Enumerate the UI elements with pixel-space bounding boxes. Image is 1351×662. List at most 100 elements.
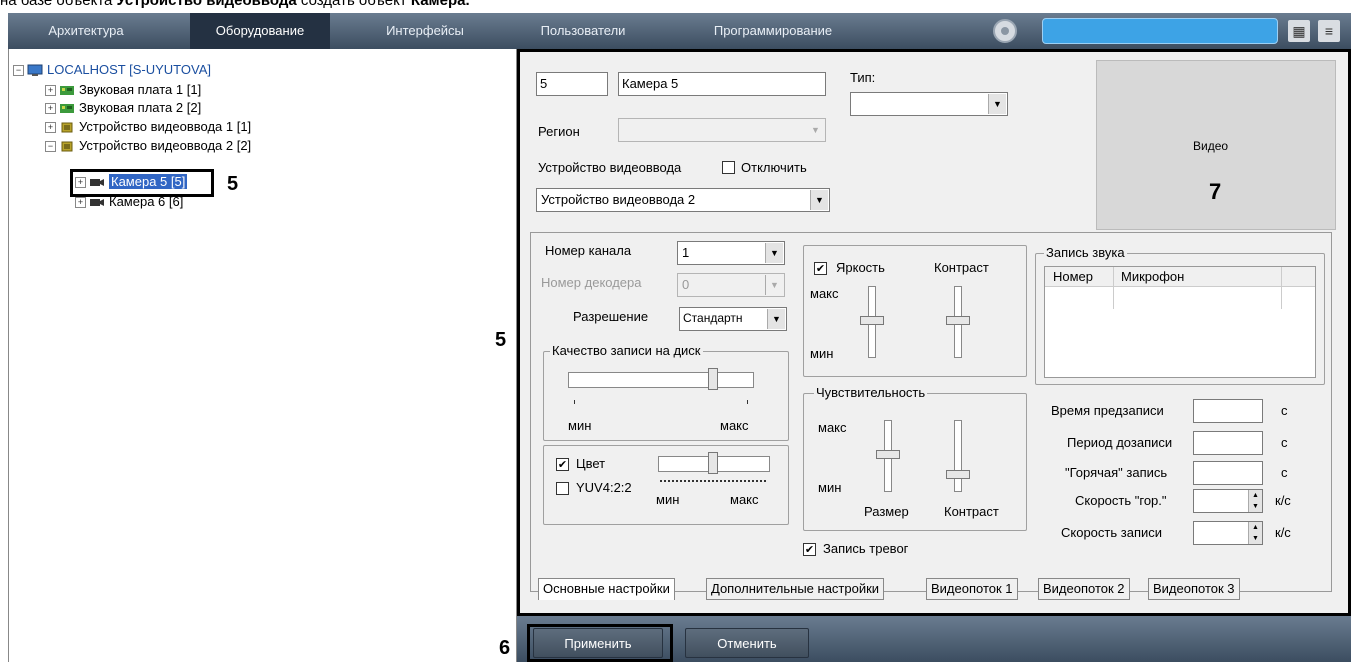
quality-slider-thumb[interactable] <box>708 368 718 390</box>
tree-node-label: Устройство видеоввода 1 [1] <box>79 119 252 134</box>
tree-node-label: LOCALHOST [S-UYUTOVA] <box>47 62 211 77</box>
tree-node-sound-2[interactable]: + Звуковая плата 2 [2] <box>45 99 201 117</box>
expand-icon[interactable]: + <box>45 103 56 115</box>
camera-name-field[interactable]: Камера 5 <box>618 72 826 96</box>
quality-ticks <box>574 400 748 404</box>
decoder-dropdown[interactable]: 0 ▼ <box>677 273 785 297</box>
marker-6: 6 <box>499 637 511 659</box>
expand-icon[interactable]: + <box>45 122 56 134</box>
collapse-icon[interactable]: − <box>45 141 56 153</box>
sensitivity-contrast-slider[interactable] <box>954 420 962 492</box>
hot-speed-field[interactable]: ▲ ▼ <box>1193 489 1263 513</box>
sensitivity-contrast-slider-thumb[interactable] <box>946 470 970 479</box>
sound-group: Запись звука Номер Микрофон <box>1035 245 1325 385</box>
video-input-dropdown[interactable]: Устройство видеоввода 2 ▼ <box>536 188 830 212</box>
brightness-slider-thumb[interactable] <box>860 316 884 325</box>
contrast-slider-thumb[interactable] <box>946 316 970 325</box>
chevron-down-icon: ▼ <box>765 243 783 263</box>
tree-node-camera-6[interactable]: + Камера 6 [6] <box>75 193 183 211</box>
video-label: Видео <box>1193 139 1229 153</box>
resolution-label: Разрешение <box>573 309 649 324</box>
compass-icon[interactable] <box>993 19 1017 43</box>
color-checkbox[interactable]: ✔ <box>556 458 569 471</box>
expand-icon[interactable]: + <box>45 85 56 97</box>
tree-node-video-input-2[interactable]: − Устройство видеоввода 2 [2] <box>45 137 251 155</box>
camera-id-field[interactable]: 5 <box>536 72 608 96</box>
hot-record-label: "Горячая" запись <box>1065 465 1168 480</box>
chip-icon <box>59 140 75 153</box>
grid-icon[interactable]: ▦ <box>1288 20 1310 42</box>
menu-icon[interactable]: ≡ <box>1318 20 1340 42</box>
instruction-mid: создать объект <box>296 0 411 9</box>
prerecord-field[interactable] <box>1193 399 1263 423</box>
expand-icon[interactable]: + <box>75 177 86 189</box>
quality-group: Качество записи на диск мин макс <box>543 343 789 441</box>
camera-icon <box>89 176 105 189</box>
marker-5-panel: 5 <box>495 329 507 351</box>
tree-node-video-input-1[interactable]: + Устройство видеоввода 1 [1] <box>45 118 251 136</box>
tab-video-stream-1[interactable]: Видеопоток 1 <box>926 578 1018 600</box>
decoder-value: 0 <box>682 277 690 292</box>
chevron-down-icon: ▼ <box>988 94 1006 114</box>
tab-programming[interactable]: Программирование <box>688 13 858 49</box>
resolution-value: Стандартн <box>683 311 743 325</box>
tree-node-camera-5[interactable]: + Камера 5 [5] <box>75 173 188 191</box>
video-input-label: Устройство видеоввода <box>538 160 682 175</box>
tab-architecture[interactable]: Архитектура <box>16 13 156 49</box>
brightness-min-label: мин <box>810 346 834 361</box>
hot-speed-label: Скорость "гор." <box>1075 493 1167 508</box>
brightness-checkbox[interactable]: ✔ <box>814 262 827 275</box>
disable-checkbox[interactable] <box>722 161 735 174</box>
color-group: ✔ Цвет YUV4:2:2 мин макс <box>543 445 789 525</box>
size-slider-thumb[interactable] <box>876 450 900 459</box>
chevron-down-icon: ▼ <box>765 275 783 295</box>
sound-card-icon <box>59 84 75 97</box>
spin-arrows-icon[interactable]: ▲ ▼ <box>1248 522 1262 544</box>
resolution-dropdown[interactable]: Стандартн ▼ <box>679 307 787 331</box>
color-slider-thumb[interactable] <box>708 452 718 474</box>
tree-node-localhost[interactable]: − LOCALHOST [S-UYUTOVA] <box>13 61 211 79</box>
yuv-checkbox[interactable] <box>556 482 569 495</box>
column-header-number[interactable]: Номер <box>1053 269 1093 284</box>
tab-advanced-settings[interactable]: Дополнительные настройки <box>706 578 885 600</box>
quality-slider[interactable] <box>568 372 754 388</box>
spin-arrows-icon[interactable]: ▲ ▼ <box>1248 490 1262 512</box>
channel-dropdown[interactable]: 1 ▼ <box>677 241 785 265</box>
sensitivity-contrast-label: Контраст <box>944 504 999 519</box>
video-input-value: Устройство видеоввода 2 <box>541 192 696 207</box>
color-label: Цвет <box>576 456 606 471</box>
region-dropdown[interactable]: ▼ <box>618 118 826 142</box>
tab-users[interactable]: Пользователи <box>518 13 648 49</box>
sensitivity-max-label: макс <box>818 420 847 435</box>
type-dropdown[interactable]: ▼ <box>850 92 1008 116</box>
postrecord-field[interactable] <box>1193 431 1263 455</box>
instruction-bold-1: Устройство видеоввода <box>116 0 297 9</box>
chevron-down-icon: ▼ <box>767 309 785 329</box>
apply-button[interactable]: Применить <box>533 628 663 658</box>
quality-min-label: мин <box>568 418 592 433</box>
tab-basic-settings[interactable]: Основные настройки <box>538 578 675 600</box>
expand-icon[interactable]: + <box>75 197 86 209</box>
tree-node-label: Камера 5 [5] <box>109 174 188 189</box>
alarm-record-checkbox[interactable]: ✔ <box>803 543 816 556</box>
chevron-down-icon: ▼ <box>807 120 824 140</box>
brightness-max-label: макс <box>810 286 839 301</box>
cancel-button[interactable]: Отменить <box>685 628 809 658</box>
column-header-microphone[interactable]: Микрофон <box>1121 269 1184 284</box>
tab-interfaces[interactable]: Интерфейсы <box>360 13 490 49</box>
main-tab-bar: Архитектура Оборудование Интерфейсы Поль… <box>8 13 1351 49</box>
hot-record-unit: с <box>1281 465 1288 480</box>
bottom-action-bar: Применить Отменить <box>517 616 1351 662</box>
tab-video-stream-3[interactable]: Видеопоток 3 <box>1148 578 1240 600</box>
search-input[interactable] <box>1042 18 1278 44</box>
color-min-label: мин <box>656 492 680 507</box>
collapse-icon[interactable]: − <box>13 65 24 77</box>
tab-equipment[interactable]: Оборудование <box>190 13 330 49</box>
hot-record-field[interactable] <box>1193 461 1263 485</box>
tab-video-stream-2[interactable]: Видеопоток 2 <box>1038 578 1130 600</box>
color-max-label: макс <box>730 492 759 507</box>
video-preview: Видео 7 <box>1096 60 1336 230</box>
tree-node-sound-1[interactable]: + Звуковая плата 1 [1] <box>45 81 201 99</box>
brightness-group: ✔ Яркость Контраст макс мин <box>803 245 1027 377</box>
record-speed-field[interactable]: ▲ ▼ <box>1193 521 1263 545</box>
